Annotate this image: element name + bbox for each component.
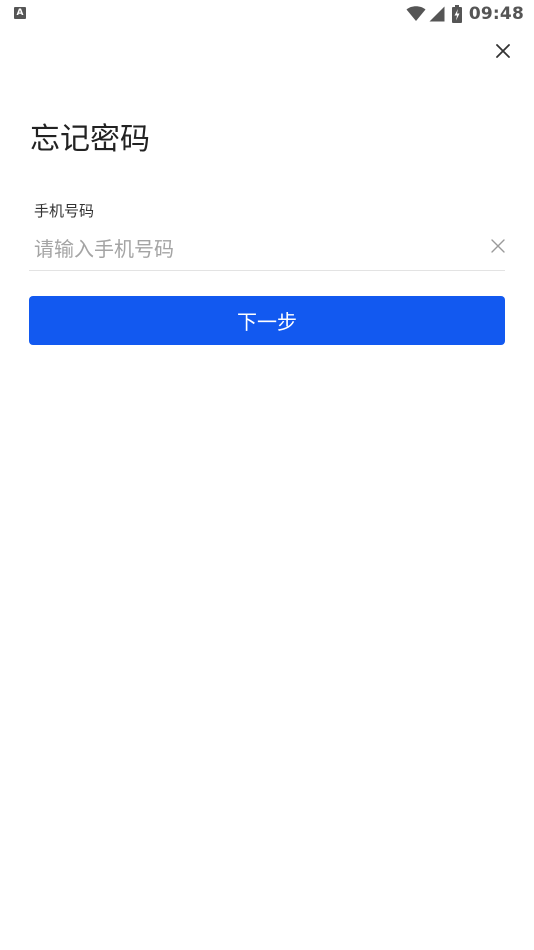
- forgot-password-screen: A 09:48 忘记密码 手机号码 下一步: [0, 0, 534, 950]
- next-step-button[interactable]: 下一步: [29, 296, 505, 345]
- wifi-icon: [406, 6, 426, 21]
- status-bar: A 09:48: [0, 0, 534, 28]
- status-indicators: 09:48: [406, 4, 524, 24]
- close-button[interactable]: [492, 40, 514, 62]
- phone-field-label: 手机号码: [34, 202, 95, 220]
- clear-input-button[interactable]: [490, 238, 506, 254]
- phone-input[interactable]: [34, 232, 484, 266]
- input-divider: [29, 270, 505, 271]
- status-clock: 09:48: [468, 4, 524, 24]
- battery-charging-icon: [451, 5, 462, 23]
- signal-icon: [429, 6, 445, 22]
- close-icon: [496, 44, 510, 58]
- notification-app-icon: A: [14, 7, 26, 19]
- clear-icon: [491, 239, 505, 253]
- page-title: 忘记密码: [30, 122, 150, 157]
